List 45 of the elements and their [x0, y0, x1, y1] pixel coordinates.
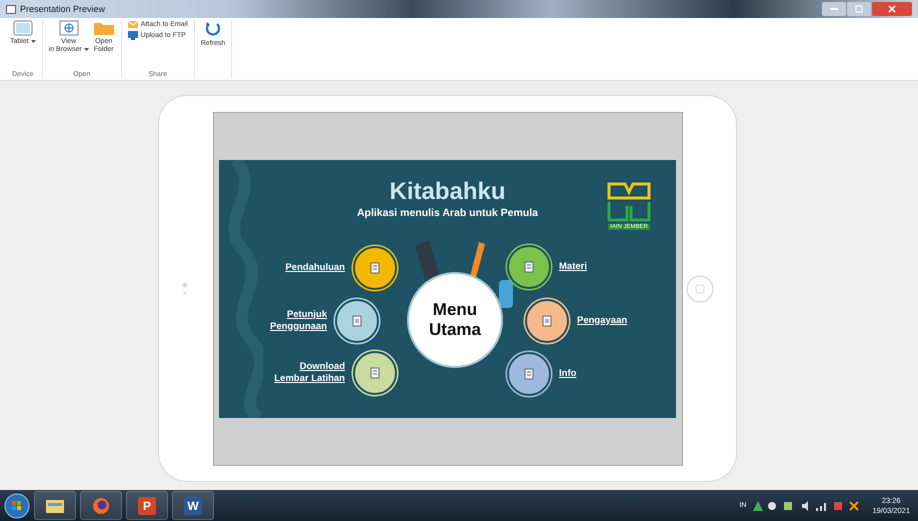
fox-globe-icon — [92, 496, 110, 514]
document-icon — [523, 260, 535, 272]
page-icon — [351, 314, 363, 326]
page-icon — [369, 262, 381, 274]
menu-center-label: Menu Utama — [407, 272, 503, 368]
taskbar-button[interactable] — [80, 491, 122, 520]
menu-link[interactable]: Pengayaan — [577, 314, 628, 326]
refresh-icon — [204, 20, 222, 38]
folder-icon — [45, 498, 65, 514]
start-icon[interactable] — [4, 492, 30, 518]
taskbar-button[interactable]: W — [172, 491, 214, 520]
slide-title: Kitabahku — [388, 178, 506, 206]
minimize-icon — [830, 8, 838, 10]
menu-circle[interactable] — [507, 352, 551, 396]
window-title: Presentation Preview — [20, 4, 106, 14]
menu-circle[interactable] — [525, 298, 569, 342]
monitor-icon — [128, 31, 138, 40]
close-button[interactable] — [872, 2, 912, 16]
menu-link[interactable]: Download Lembar Latihan — [274, 360, 345, 384]
slide-subtitle: Aplikasi menulis Arab untuk Pemula — [356, 206, 540, 218]
page-icon — [369, 366, 381, 378]
document-icon — [541, 314, 553, 326]
logo-icon — [605, 180, 653, 224]
restore-icon — [855, 5, 863, 13]
close-icon — [888, 5, 896, 13]
menu-circle[interactable] — [353, 350, 397, 394]
app-icon: P — [138, 496, 156, 514]
camera-icon — [182, 282, 188, 296]
menu-circle[interactable] — [507, 244, 551, 288]
menu-link[interactable]: Petunjuk Penggunaan — [270, 308, 327, 332]
menu-link[interactable]: Info — [559, 368, 576, 380]
caret-icon — [30, 40, 36, 43]
home-button-icon — [686, 275, 714, 303]
menu-link[interactable]: Pendahuluan — [285, 262, 345, 274]
taskbar-button[interactable] — [34, 491, 76, 520]
menu-link[interactable]: Materi — [559, 260, 587, 272]
document-icon — [523, 368, 535, 380]
app-icon: W — [184, 496, 202, 514]
menu-circle[interactable] — [353, 246, 397, 290]
taskbar-button[interactable]: P — [126, 491, 168, 520]
eraser-icon — [499, 280, 513, 308]
caret-icon — [84, 48, 89, 51]
window-icon — [6, 4, 16, 14]
menu-circle[interactable] — [335, 298, 379, 342]
folder-icon — [92, 20, 115, 36]
